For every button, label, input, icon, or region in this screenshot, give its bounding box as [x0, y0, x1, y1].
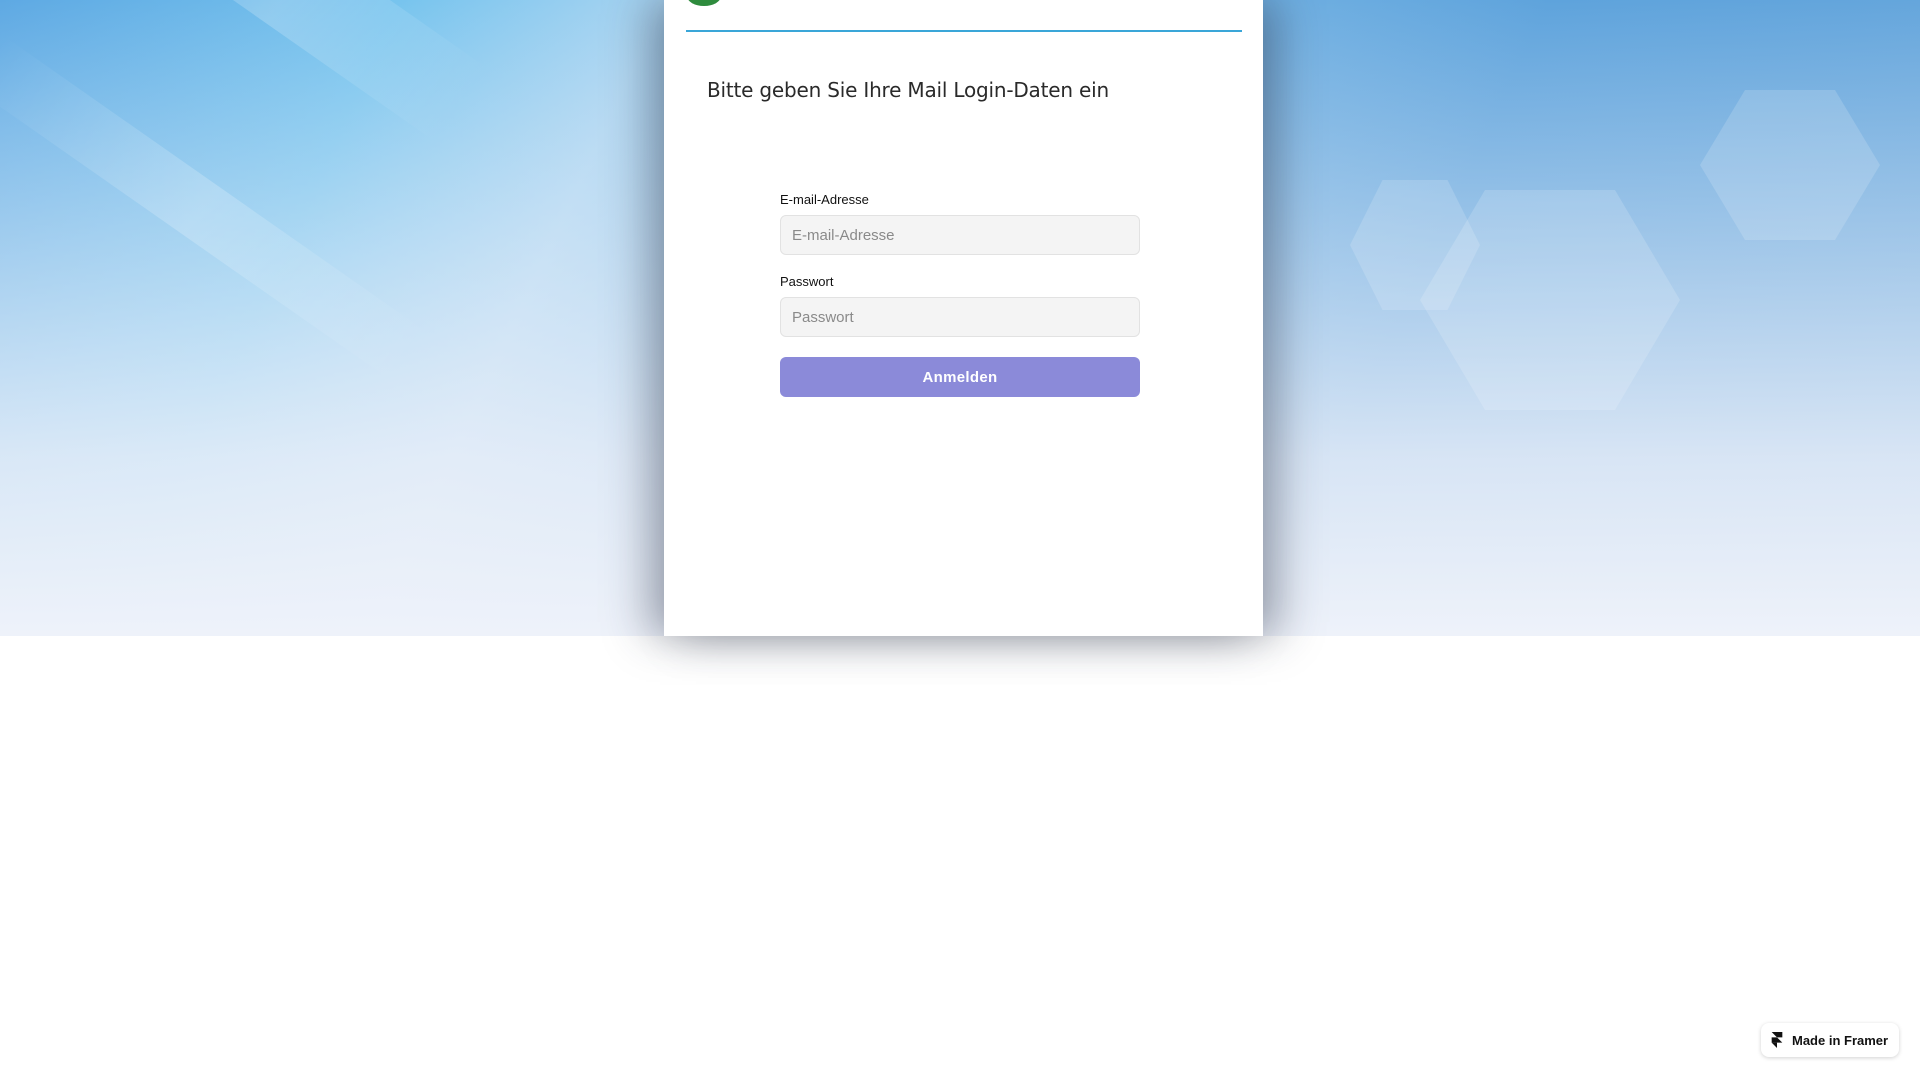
login-panel: Bitte geben Sie Ihre Mail Login-Daten ei…: [664, 0, 1263, 636]
made-in-framer-badge[interactable]: Made in Framer: [1761, 1023, 1899, 1057]
shield-logo-icon: [688, 0, 720, 6]
background-streak: [92, 0, 488, 143]
password-label: Passwort: [780, 274, 834, 289]
framer-logo-icon: [1771, 1032, 1783, 1048]
background-hexagon: [1700, 90, 1880, 240]
header-divider: [686, 30, 1242, 32]
login-button[interactable]: Anmelden: [780, 357, 1140, 397]
page-title: Bitte geben Sie Ihre Mail Login-Daten ei…: [707, 78, 1109, 102]
email-input[interactable]: [780, 215, 1140, 255]
email-label: E-mail-Adresse: [780, 192, 869, 207]
badge-label: Made in Framer: [1792, 1032, 1889, 1048]
login-form: E-mail-Adresse Passwort Anmelden: [780, 192, 1140, 397]
password-input[interactable]: [780, 297, 1140, 337]
